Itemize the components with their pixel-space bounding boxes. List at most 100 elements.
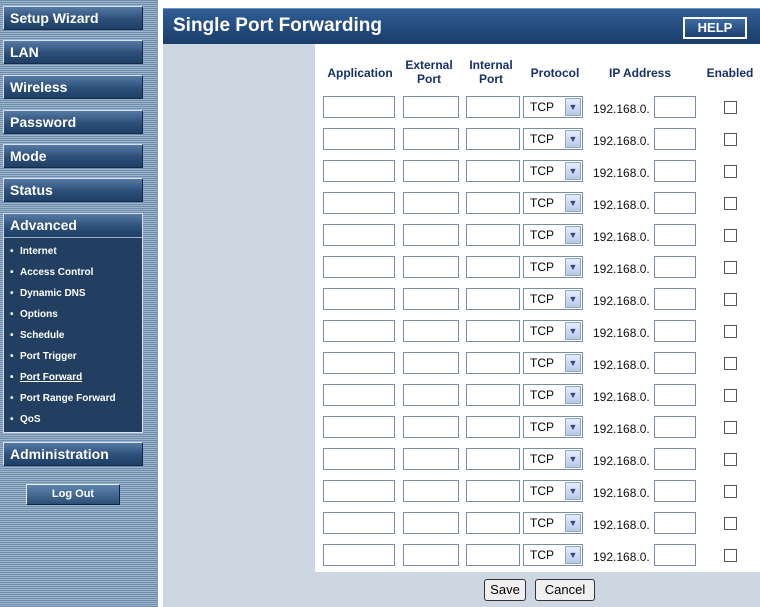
ip-last-octet-input[interactable] <box>654 96 696 118</box>
internal-port-input[interactable] <box>466 384 520 406</box>
protocol-select[interactable]: TCP ▼ <box>523 224 583 246</box>
application-input[interactable] <box>323 448 395 470</box>
logout-button[interactable]: Log Out <box>26 484 120 505</box>
application-input[interactable] <box>323 480 395 502</box>
nav-setup-wizard[interactable]: Setup Wizard <box>3 6 143 30</box>
ip-last-octet-input[interactable] <box>654 448 696 470</box>
enabled-checkbox[interactable] <box>724 485 737 498</box>
application-input[interactable] <box>323 320 395 342</box>
sub-item-port-range-forward[interactable]: • Port Range Forward <box>10 388 142 409</box>
nav-mode[interactable]: Mode <box>3 144 143 168</box>
external-port-input[interactable] <box>403 256 459 278</box>
application-input[interactable] <box>323 416 395 438</box>
ip-last-octet-input[interactable] <box>654 512 696 534</box>
chevron-down-icon[interactable]: ▼ <box>565 322 581 340</box>
application-input[interactable] <box>323 544 395 566</box>
chevron-down-icon[interactable]: ▼ <box>565 98 581 116</box>
ip-last-octet-input[interactable] <box>654 192 696 214</box>
enabled-checkbox[interactable] <box>724 229 737 242</box>
internal-port-input[interactable] <box>466 416 520 438</box>
protocol-select[interactable]: TCP ▼ <box>523 192 583 214</box>
protocol-select[interactable]: TCP ▼ <box>523 96 583 118</box>
ip-last-octet-input[interactable] <box>654 128 696 150</box>
external-port-input[interactable] <box>403 544 459 566</box>
chevron-down-icon[interactable]: ▼ <box>565 450 581 468</box>
application-input[interactable] <box>323 512 395 534</box>
external-port-input[interactable] <box>403 192 459 214</box>
help-button[interactable]: HELP <box>683 17 747 39</box>
external-port-input[interactable] <box>403 96 459 118</box>
protocol-select[interactable]: TCP ▼ <box>523 256 583 278</box>
protocol-select[interactable]: TCP ▼ <box>523 384 583 406</box>
ip-last-octet-input[interactable] <box>654 416 696 438</box>
protocol-select[interactable]: TCP ▼ <box>523 448 583 470</box>
internal-port-input[interactable] <box>466 288 520 310</box>
ip-last-octet-input[interactable] <box>654 160 696 182</box>
enabled-checkbox[interactable] <box>724 325 737 338</box>
sub-item-port-forward[interactable]: • Port Forward <box>10 367 142 388</box>
enabled-checkbox[interactable] <box>724 293 737 306</box>
external-port-input[interactable] <box>403 416 459 438</box>
protocol-select[interactable]: TCP ▼ <box>523 288 583 310</box>
application-input[interactable] <box>323 224 395 246</box>
enabled-checkbox[interactable] <box>724 389 737 402</box>
application-input[interactable] <box>323 384 395 406</box>
ip-last-octet-input[interactable] <box>654 544 696 566</box>
protocol-select[interactable]: TCP ▼ <box>523 352 583 374</box>
ip-last-octet-input[interactable] <box>654 480 696 502</box>
sub-item-dynamic-dns[interactable]: • Dynamic DNS <box>10 283 142 304</box>
application-input[interactable] <box>323 256 395 278</box>
nav-password[interactable]: Password <box>3 110 143 134</box>
protocol-select[interactable]: TCP ▼ <box>523 128 583 150</box>
chevron-down-icon[interactable]: ▼ <box>565 546 581 564</box>
protocol-select[interactable]: TCP ▼ <box>523 512 583 534</box>
nav-advanced[interactable]: Advanced <box>4 214 142 238</box>
enabled-checkbox[interactable] <box>724 197 737 210</box>
protocol-select[interactable]: TCP ▼ <box>523 544 583 566</box>
enabled-checkbox[interactable] <box>724 261 737 274</box>
external-port-input[interactable] <box>403 224 459 246</box>
chevron-down-icon[interactable]: ▼ <box>565 354 581 372</box>
application-input[interactable] <box>323 288 395 310</box>
ip-last-octet-input[interactable] <box>654 224 696 246</box>
internal-port-input[interactable] <box>466 448 520 470</box>
internal-port-input[interactable] <box>466 128 520 150</box>
internal-port-input[interactable] <box>466 160 520 182</box>
internal-port-input[interactable] <box>466 256 520 278</box>
protocol-select[interactable]: TCP ▼ <box>523 480 583 502</box>
external-port-input[interactable] <box>403 448 459 470</box>
chevron-down-icon[interactable]: ▼ <box>565 258 581 276</box>
external-port-input[interactable] <box>403 128 459 150</box>
internal-port-input[interactable] <box>466 544 520 566</box>
internal-port-input[interactable] <box>466 96 520 118</box>
internal-port-input[interactable] <box>466 224 520 246</box>
ip-last-octet-input[interactable] <box>654 320 696 342</box>
chevron-down-icon[interactable]: ▼ <box>565 482 581 500</box>
sub-item-options[interactable]: • Options <box>10 304 142 325</box>
enabled-checkbox[interactable] <box>724 357 737 370</box>
internal-port-input[interactable] <box>466 352 520 374</box>
protocol-select[interactable]: TCP ▼ <box>523 160 583 182</box>
enabled-checkbox[interactable] <box>724 133 737 146</box>
internal-port-input[interactable] <box>466 192 520 214</box>
sub-item-port-trigger[interactable]: • Port Trigger <box>10 346 142 367</box>
chevron-down-icon[interactable]: ▼ <box>565 194 581 212</box>
chevron-down-icon[interactable]: ▼ <box>565 290 581 308</box>
ip-last-octet-input[interactable] <box>654 352 696 374</box>
sub-item-access-control[interactable]: • Access Control <box>10 262 142 283</box>
sub-item-internet[interactable]: • Internet <box>10 241 142 262</box>
nav-administration[interactable]: Administration <box>3 442 143 466</box>
application-input[interactable] <box>323 352 395 374</box>
external-port-input[interactable] <box>403 352 459 374</box>
cancel-button[interactable]: Cancel <box>535 579 595 601</box>
protocol-select[interactable]: TCP ▼ <box>523 416 583 438</box>
chevron-down-icon[interactable]: ▼ <box>565 418 581 436</box>
save-button[interactable]: Save <box>484 579 526 601</box>
external-port-input[interactable] <box>403 320 459 342</box>
external-port-input[interactable] <box>403 288 459 310</box>
sub-item-schedule[interactable]: • Schedule <box>10 325 142 346</box>
enabled-checkbox[interactable] <box>724 549 737 562</box>
ip-last-octet-input[interactable] <box>654 288 696 310</box>
enabled-checkbox[interactable] <box>724 517 737 530</box>
internal-port-input[interactable] <box>466 512 520 534</box>
